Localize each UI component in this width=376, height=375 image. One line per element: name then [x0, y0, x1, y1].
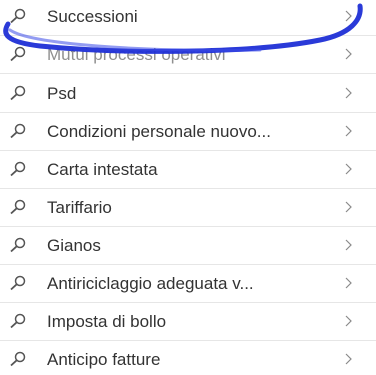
search-icon — [10, 123, 26, 139]
list-item[interactable]: Carta intestata — [0, 151, 376, 189]
search-icon — [10, 275, 26, 291]
list-item[interactable]: Antiriciclaggio adeguata v... — [0, 265, 376, 303]
list-item[interactable]: Condizioni personale nuovo... — [0, 113, 376, 151]
list-item-label: Successioni — [47, 7, 138, 26]
list-item[interactable]: Imposta di bollo — [0, 303, 376, 341]
list-item-label: Psd — [47, 84, 77, 103]
list-item-label: Mutui processi operativi — [47, 45, 226, 64]
search-icon — [10, 199, 26, 215]
search-icon — [10, 237, 26, 253]
list-item-label: Antiriciclaggio adeguata v... — [47, 274, 254, 293]
chevron-right-icon — [345, 87, 352, 99]
list-item[interactable]: Tariffario — [0, 189, 376, 227]
list-item-label: Anticipo fatture — [47, 350, 161, 369]
document-list: Successioni Mutui processi operativi Psd… — [0, 0, 376, 375]
list-item[interactable]: Gianos — [0, 227, 376, 265]
chevron-right-icon — [345, 10, 352, 22]
search-icon — [10, 85, 26, 101]
chevron-right-icon — [345, 353, 352, 365]
chevron-right-icon — [345, 48, 352, 60]
list-item-label: Tariffario — [47, 198, 112, 217]
chevron-right-icon — [345, 277, 352, 289]
list-item-label: Imposta di bollo — [47, 312, 167, 331]
chevron-right-icon — [345, 201, 352, 213]
list-item-label: Gianos — [47, 236, 101, 255]
search-icon — [10, 8, 26, 24]
list-item[interactable]: Mutui processi operativi — [0, 36, 376, 74]
chevron-right-icon — [345, 239, 352, 251]
list-item[interactable]: Psd — [0, 75, 376, 113]
search-icon — [10, 351, 26, 367]
chevron-right-icon — [345, 163, 352, 175]
search-icon — [10, 161, 26, 177]
search-icon — [10, 313, 26, 329]
list-item[interactable]: Successioni — [0, 0, 376, 36]
chevron-right-icon — [345, 315, 352, 327]
list-item-label: Carta intestata — [47, 160, 158, 179]
list-item[interactable]: Anticipo fatture — [0, 341, 376, 375]
list-item-label: Condizioni personale nuovo... — [47, 122, 271, 141]
chevron-right-icon — [345, 125, 352, 137]
search-icon — [10, 46, 26, 62]
